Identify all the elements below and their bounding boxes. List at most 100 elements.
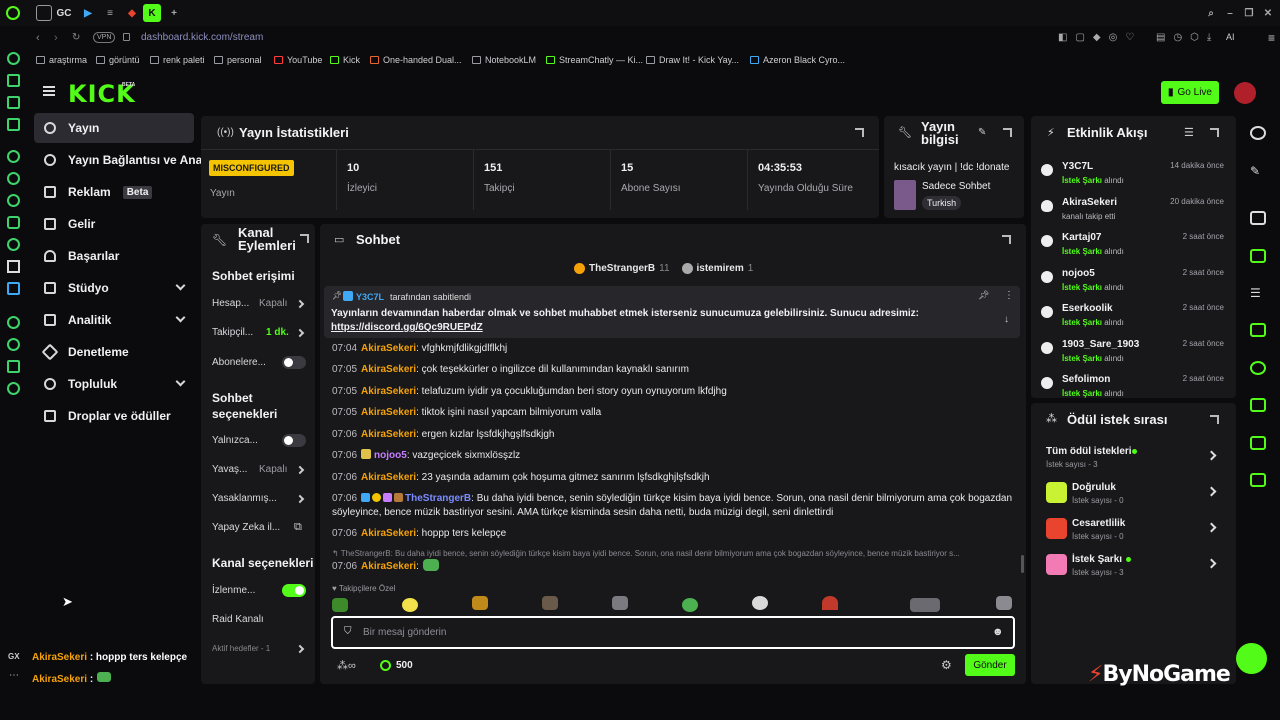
broadcast-icon[interactable]	[1250, 361, 1266, 375]
bookmark-item[interactable]: Azeron Black Cyro...	[750, 55, 845, 65]
bookmark-item[interactable]: Draw It! - Kick Yay...	[646, 55, 739, 65]
reward-item[interactable]: Cesaretlilik İstek sayısı - 0	[1046, 518, 1221, 548]
chat-scrollbar[interactable]	[1021, 555, 1024, 573]
collapse-icon[interactable]: ↓	[1004, 314, 1009, 325]
ai-button[interactable]: AI	[1226, 32, 1235, 42]
sidebar-item-reklam[interactable]: Reklam Beta	[34, 177, 194, 207]
wrench-icon[interactable]	[1250, 436, 1266, 450]
watch-party-toggle[interactable]	[282, 584, 306, 597]
settings-gear-icon[interactable]: ⚙	[941, 658, 952, 672]
speed-dial-icon[interactable]	[7, 52, 20, 65]
bookmark-item[interactable]: renk paleti	[150, 55, 205, 65]
bookmark-item[interactable]: personal	[214, 55, 262, 65]
sidebar-item-basarilar[interactable]: Başarılar	[34, 241, 194, 271]
sidebar-item-topluluk[interactable]: Topluluk	[34, 369, 194, 399]
forward-icon[interactable]: ›	[54, 32, 58, 44]
search-icon[interactable]: ⌕	[1203, 5, 1219, 21]
twitch-icon[interactable]	[7, 150, 20, 163]
sidebar-item-analitik[interactable]: Analitik	[34, 305, 194, 335]
emotes-only-toggle[interactable]	[282, 434, 306, 447]
x-twitter-icon[interactable]	[7, 260, 20, 273]
more-options-icon[interactable]: ⋮	[1004, 290, 1014, 301]
tab-kick[interactable]: K	[143, 4, 161, 22]
emote-icon[interactable]	[542, 596, 558, 610]
edit-pencil-icon[interactable]: ✎	[1250, 164, 1266, 178]
reward-icon[interactable]	[1250, 473, 1266, 487]
toolbar-icons[interactable]: ▤◷⬡⤓	[1156, 32, 1219, 43]
avatar[interactable]	[1234, 82, 1256, 104]
sidebar-item-droplar[interactable]: Droplar ve ödüller	[34, 401, 194, 431]
unpin-icon[interactable]: 📌︎	[978, 290, 989, 301]
discord-icon[interactable]	[7, 194, 20, 207]
player-icon[interactable]	[7, 316, 20, 329]
popout-icon[interactable]	[855, 128, 864, 137]
popout-icon[interactable]	[1210, 128, 1219, 137]
pinned-link[interactable]: https://discord.gg/6Qc9RUEPdZ	[331, 322, 483, 333]
emote-icon[interactable]	[822, 596, 838, 610]
subscribers-only-toggle[interactable]	[282, 356, 306, 369]
filter-icon[interactable]: ☰	[1184, 126, 1194, 139]
banned-words-setting[interactable]: Yasaklanmış...	[212, 493, 307, 504]
whatsapp-icon[interactable]	[7, 172, 20, 185]
close-icon[interactable]: ✕	[1260, 5, 1276, 21]
lightning-icon[interactable]	[1250, 249, 1266, 263]
popout-icon[interactable]	[300, 234, 309, 243]
vpn-badge[interactable]: VPN	[93, 32, 116, 43]
url-text[interactable]: dashboard.kick.com/stream	[141, 32, 263, 43]
hamburger-menu-icon[interactable]	[43, 86, 55, 96]
emote-icon[interactable]	[752, 596, 768, 610]
tab-icon[interactable]	[36, 5, 52, 21]
opera-gx-logo-icon[interactable]	[6, 6, 20, 20]
bookmark-item[interactable]: NotebookLM	[472, 55, 536, 65]
address-bar[interactable]: ‹ › ↻ VPN dashboard.kick.com/stream ◧▢◆◎…	[28, 28, 1280, 50]
box-icon[interactable]	[7, 360, 20, 373]
reward-item[interactable]: İstek Şarkı İstek sayısı - 3	[1046, 554, 1221, 584]
reward-item-all[interactable]: Tüm ödül istekleri İstek sayısı - 3	[1046, 446, 1221, 476]
back-icon[interactable]: ‹	[36, 32, 40, 44]
emote-icon[interactable]	[996, 596, 1012, 610]
bookmark-item[interactable]: One-handed Dual...	[370, 55, 462, 65]
reload-icon[interactable]: ↻	[72, 32, 80, 43]
bookmark-item[interactable]: Kick	[330, 55, 360, 65]
chat-input-box[interactable]: ⛉ Bir mesaj gönderin ☻	[331, 616, 1015, 649]
instagram-icon[interactable]	[7, 216, 20, 229]
ai-moderation-setting[interactable]: Yapay Zeka il...	[212, 522, 307, 533]
bookmark-item[interactable]: StreamChatly — Ki...	[546, 55, 643, 65]
bookmark-item[interactable]: görüntü	[96, 55, 140, 65]
tiktok-icon[interactable]	[7, 238, 20, 251]
extension-icons[interactable]: ◧▢◆◎♡	[1058, 32, 1142, 43]
stats-icon[interactable]	[1250, 211, 1266, 225]
channel-points-icon[interactable]	[380, 660, 391, 671]
emote-icon[interactable]	[682, 598, 698, 612]
more-icon[interactable]: ⋯	[9, 670, 19, 681]
go-live-button[interactable]: ▮ Go Live	[1161, 81, 1219, 104]
popout-icon[interactable]	[1002, 235, 1011, 244]
minimize-icon[interactable]: –	[1222, 5, 1238, 21]
reward-item[interactable]: Doğruluk İstek sayısı - 0	[1046, 482, 1221, 512]
emote-icon[interactable]	[612, 596, 628, 610]
sidebar-item-studyo[interactable]: Stüdyo	[34, 273, 194, 303]
bookmark-item[interactable]: YouTube	[274, 55, 322, 65]
messenger-icon[interactable]	[7, 118, 20, 131]
list-icon[interactable]: ☰	[1250, 286, 1266, 300]
tab-gc[interactable]: GC	[56, 5, 72, 21]
settings-gear-icon[interactable]	[7, 382, 20, 395]
tab-play-icon[interactable]: ▶	[80, 5, 96, 21]
emote-icon[interactable]	[402, 598, 418, 612]
maximize-icon[interactable]: ❐	[1241, 5, 1257, 21]
bookmark-item[interactable]: araştırma	[36, 55, 87, 65]
info-icon[interactable]	[1250, 126, 1266, 140]
support-headset-icon[interactable]	[1236, 643, 1267, 674]
edit-pencil-icon[interactable]: ✎	[978, 127, 986, 138]
emoji-icon[interactable]: ☻	[992, 626, 1004, 638]
popout-icon[interactable]	[1003, 128, 1012, 137]
popout-icon[interactable]	[1210, 415, 1219, 424]
sidebar-item-yayin[interactable]: Yayın	[34, 113, 194, 143]
app-icon[interactable]	[7, 282, 20, 295]
send-button[interactable]: Gönder	[965, 654, 1015, 676]
external-link-icon[interactable]: ⧉	[294, 521, 302, 534]
menu-icon[interactable]: ≡	[1268, 31, 1275, 45]
emote-icon[interactable]	[910, 598, 940, 612]
sidebar-item-denetleme[interactable]: Denetleme	[34, 337, 194, 367]
tab-icon[interactable]: ≡	[102, 5, 118, 21]
